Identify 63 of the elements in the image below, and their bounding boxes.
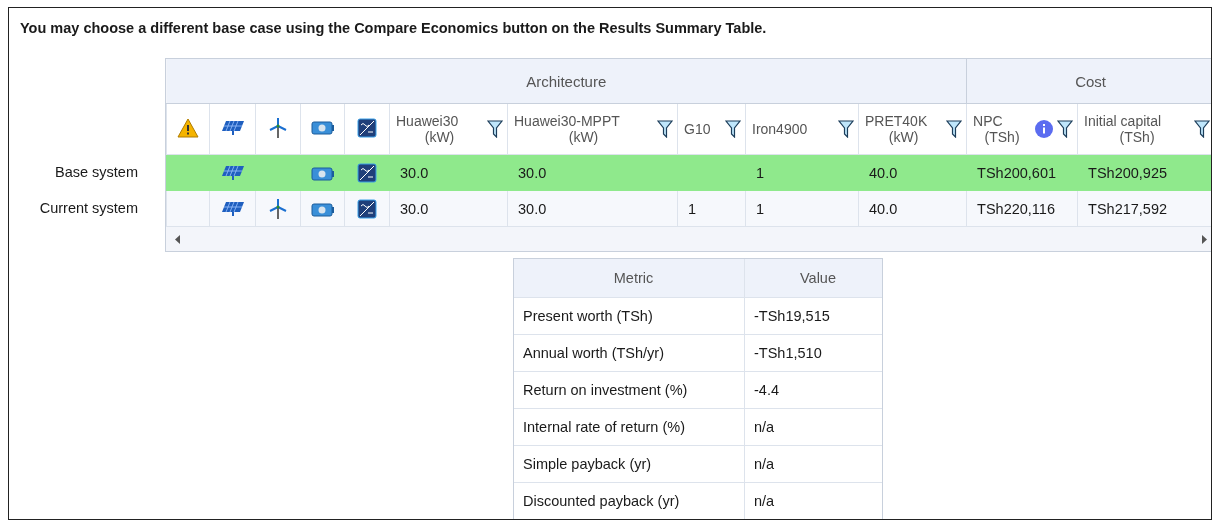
scroll-left-icon[interactable] — [174, 234, 181, 244]
table-cell: 30.0 — [400, 164, 429, 181]
filter-icon[interactable] — [1194, 120, 1211, 138]
table-cell: Return on investment (%) — [514, 372, 745, 408]
table-cell: 30.0 — [518, 164, 547, 181]
converter-icon — [357, 162, 377, 183]
table-cell: Present worth (TSh) — [514, 298, 745, 334]
table-cell: 30.0 — [400, 200, 429, 217]
table-cell: 40.0 — [869, 164, 898, 181]
table-cell: 40.0 — [869, 200, 898, 217]
system-row[interactable]: 30.0 30.0 1 1 40.0 TSh220,116 TSh217,592 — [166, 190, 1211, 227]
wind-turbine-icon — [268, 197, 288, 220]
converter-icon — [357, 117, 377, 138]
table-cell: Internal rate of return (%) — [514, 409, 745, 445]
scroll-right-icon[interactable] — [1200, 234, 1207, 244]
battery-icon — [310, 202, 335, 217]
table-cell: TSh200,925 — [1088, 164, 1168, 181]
filter-icon[interactable] — [838, 120, 854, 138]
group-header: Architecture — [166, 59, 967, 104]
filter-icon[interactable] — [1057, 120, 1074, 138]
battery-icon — [310, 120, 335, 135]
column-header: PRET40K (kW) — [865, 112, 929, 146]
column-header: Iron4900 — [752, 120, 809, 138]
column-header: Huawei30-MPPT (kW) — [514, 112, 621, 146]
table-cell-text: -TSh19,515 — [753, 307, 831, 326]
column-header: NPC (TSh) — [973, 112, 1021, 146]
table-cell: Annual worth (TSh/yr) — [514, 335, 745, 371]
column-header: Huawei30 (kW) — [396, 112, 460, 146]
table-cell: Simple payback (yr) — [514, 446, 745, 482]
table-cell-text: -4.4 — [753, 381, 780, 400]
filter-icon[interactable] — [946, 120, 963, 138]
info-icon — [1035, 120, 1054, 138]
row-label: Current system — [38, 199, 139, 218]
table-cell-text: -TSh1,510 — [753, 344, 823, 363]
table-cell: TSh217,592 — [1088, 200, 1168, 217]
table-cell: 30.0 — [518, 200, 547, 217]
table-cell: TSh200,601 — [977, 164, 1057, 181]
group-header: Cost — [966, 59, 1211, 104]
system-row[interactable]: 30.0 30.0 1 40.0 TSh200,601 TSh200,925 — [166, 154, 1211, 191]
battery-icon — [310, 166, 335, 181]
filter-icon[interactable] — [487, 120, 503, 138]
column-header: Initial capital (TSh) — [1084, 112, 1163, 146]
row-label: Base system — [54, 163, 139, 182]
converter-icon — [357, 198, 377, 219]
table-cell: 1 — [756, 164, 765, 181]
instruction-text: You may choose a different base case using the Compare Economics button on the Results Summary Table. — [19, 19, 768, 38]
filter-icon[interactable] — [725, 120, 741, 138]
solar-panel-icon — [220, 119, 245, 136]
warning-icon — [177, 117, 199, 138]
table-cell: TSh220,116 — [977, 200, 1055, 217]
table-cell-text: n/a — [753, 455, 776, 474]
solar-panel-icon — [220, 165, 245, 182]
table-cell: 1 — [756, 200, 765, 217]
table-cell-text: n/a — [753, 492, 776, 511]
column-header: Metric — [514, 259, 745, 297]
table-cell: Discounted payback (yr) — [514, 483, 745, 519]
table-cell: 1 — [688, 200, 697, 217]
solar-panel-icon — [220, 201, 245, 218]
wind-turbine-icon — [268, 116, 288, 139]
column-header: Value — [799, 269, 837, 288]
column-header: G10 — [684, 120, 712, 138]
table-cell-text: n/a — [753, 418, 776, 437]
filter-icon[interactable] — [657, 120, 673, 138]
